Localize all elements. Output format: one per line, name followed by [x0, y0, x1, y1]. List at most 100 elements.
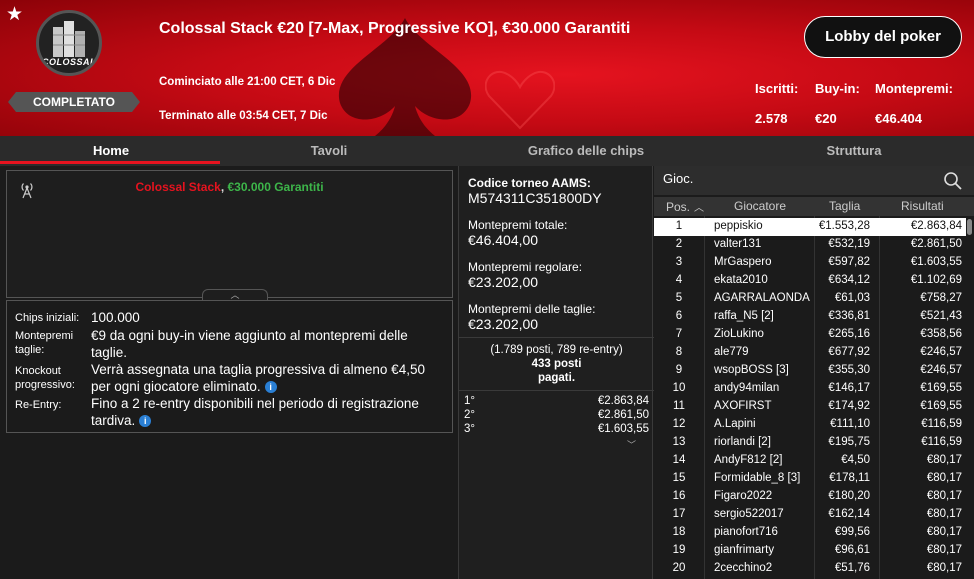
- table-row[interactable]: 15 Formidable_8 [3] €178,11 €80,17: [654, 470, 966, 488]
- table-row[interactable]: 4 ekata2010 €634,12 €1.102,69: [654, 272, 966, 290]
- table-row[interactable]: 2 valter131 €532,19 €2.861,50: [654, 236, 966, 254]
- player-name-cell: MrGaspero: [714, 256, 772, 268]
- table-row[interactable]: 8 ale779 €677,92 €246,57: [654, 344, 966, 362]
- player-name-cell: AndyF812 [2]: [714, 454, 783, 466]
- position-cell: 6: [675, 310, 683, 322]
- tab-struttura[interactable]: Struttura: [744, 136, 964, 166]
- table-row[interactable]: 5 AGARRALAONDA €61,03 €758,27: [654, 290, 966, 308]
- detail-value: 100.000: [91, 310, 140, 325]
- buyin-value: €20: [815, 111, 837, 126]
- result-cell: €1.102,69: [910, 274, 962, 286]
- regular-prize-value: €23.202,00: [468, 274, 539, 290]
- tab-tavoli[interactable]: Tavoli: [219, 136, 439, 166]
- result-cell: €80,17: [926, 526, 962, 538]
- logo-text: COLOSSAL: [41, 57, 96, 67]
- prize-amount: €2.861,50: [597, 409, 649, 421]
- col-player[interactable]: Giocatore: [734, 199, 786, 213]
- player-name-cell: A.Lapini: [714, 418, 756, 430]
- expand-chevron-icon[interactable]: ﹀: [627, 438, 636, 451]
- info-icon[interactable]: i: [264, 381, 277, 394]
- promo-name: Colossal Stack: [135, 180, 221, 194]
- end-time: Terminato alle 03:54 CET, 7 Dic: [159, 110, 328, 122]
- position-cell: 12: [672, 418, 686, 430]
- favorite-star-icon[interactable]: ★: [6, 5, 23, 24]
- promo-text: Colossal Stack, €30.000 Garantiti: [7, 180, 452, 194]
- result-cell: €116,59: [921, 418, 962, 430]
- table-row[interactable]: 10 andy94milan €146,17 €169,55: [654, 380, 966, 398]
- result-cell: €116,59: [921, 436, 962, 448]
- table-row[interactable]: 18 pianofort716 €99,56 €80,17: [654, 524, 966, 542]
- prize-place: 2°: [464, 409, 475, 421]
- detail-value: Verrà assegnata una taglia progressiva d…: [91, 361, 441, 395]
- player-search-bar[interactable]: Gioc.: [654, 166, 974, 195]
- table-row[interactable]: 12 A.Lapini €111,10 €116,59: [654, 416, 966, 434]
- position-cell: 18: [672, 526, 686, 538]
- detail-label: Re-Entry:: [15, 399, 62, 411]
- table-row[interactable]: 14 AndyF812 [2] €4,50 €80,17: [654, 452, 966, 470]
- player-name-cell: valter131: [714, 238, 762, 250]
- search-input[interactable]: Gioc.: [663, 171, 693, 186]
- position-cell: 11: [673, 400, 685, 412]
- player-name-cell: AXOFIRST: [714, 400, 772, 412]
- col-result[interactable]: Risultati: [901, 199, 944, 213]
- lobby-button[interactable]: Lobby del poker: [804, 16, 962, 58]
- bounty-cell: €61,03: [834, 292, 870, 304]
- result-cell: €80,17: [926, 544, 962, 556]
- tournament-title: Colossal Stack €20 [7-Max, Progressive K…: [159, 20, 631, 37]
- result-cell: €2.861,50: [910, 238, 962, 250]
- table-row[interactable]: 11 AXOFIRST €174,92 €169,55: [654, 398, 966, 416]
- table-row[interactable]: 17 sergio522017 €162,14 €80,17: [654, 506, 966, 524]
- detail-value: €9 da ogni buy-in viene aggiunto al mont…: [91, 328, 408, 360]
- position-cell: 9: [675, 364, 683, 376]
- bounty-cell: €677,92: [828, 346, 870, 358]
- player-name-cell: pianofort716: [714, 526, 778, 538]
- bounty-cell: €265,16: [828, 328, 870, 340]
- table-row[interactable]: 13 riorlandi [2] €195,75 €116,59: [654, 434, 966, 452]
- result-cell: €521,43: [920, 310, 962, 322]
- position-cell: 16: [672, 490, 686, 502]
- bounty-cell: €597,82: [828, 256, 870, 268]
- player-name-cell: 2cecchino2: [714, 562, 773, 574]
- bounty-cell: €180,20: [828, 490, 870, 502]
- scrollbar[interactable]: [967, 219, 972, 235]
- divider: [459, 390, 654, 391]
- prize-place: 1°: [464, 395, 475, 407]
- result-cell: €169,55: [920, 400, 962, 412]
- result-cell: €758,27: [920, 292, 962, 304]
- aams-code: M574311C351800DY: [468, 190, 602, 206]
- player-name-cell: sergio522017: [714, 508, 784, 520]
- table-row[interactable]: 16 Figaro2022 €180,20 €80,17: [654, 488, 966, 506]
- buyin-label: Buy-in:: [815, 81, 860, 96]
- table-header: Pos. ︿ Giocatore Taglia Risultati: [654, 197, 974, 216]
- table-row[interactable]: 6 raffa_N5 [2] €336,81 €521,43: [654, 308, 966, 326]
- bounty-cell: €336,81: [828, 310, 870, 322]
- result-cell: €80,17: [926, 508, 962, 520]
- result-cell: €80,17: [926, 454, 962, 466]
- bounty-cell: €355,30: [828, 364, 870, 376]
- table-row[interactable]: 19 gianfrimarty €96,61 €80,17: [654, 542, 966, 560]
- tab-grafico[interactable]: Grafico delle chips: [476, 136, 696, 166]
- prizepool-label: Montepremi:: [875, 81, 953, 96]
- table-row[interactable]: 20 2cecchino2 €51,76 €80,17: [654, 560, 966, 578]
- bounty-cell: €195,75: [828, 436, 870, 448]
- player-name-cell: riorlandi [2]: [714, 436, 771, 448]
- detail-label: Montepremi taglie:: [15, 330, 74, 356]
- result-cell: €2.863,84: [910, 220, 962, 232]
- col-pos[interactable]: Pos. ︿: [666, 199, 704, 214]
- position-cell: 19: [672, 544, 686, 556]
- table-row[interactable]: 7 ZioLukino €265,16 €358,56: [654, 326, 966, 344]
- aams-label: Codice torneo AAMS:: [468, 176, 591, 190]
- col-bounty[interactable]: Taglia: [829, 199, 860, 213]
- promo-panel: Colossal Stack, €30.000 Garantiti ︿: [6, 170, 453, 301]
- table-row[interactable]: 1 peppiskio €1.553,28 €2.863,84: [654, 218, 966, 236]
- bounty-prize-label: Montepremi delle taglie:: [468, 302, 596, 316]
- player-name-cell: wsopBOSS [3]: [714, 364, 789, 376]
- table-row[interactable]: 3 MrGaspero €597,82 €1.603,55: [654, 254, 966, 272]
- position-cell: 8: [675, 346, 683, 358]
- heart-decoration-icon: [485, 71, 555, 130]
- player-name-cell: raffa_N5 [2]: [714, 310, 774, 322]
- player-name-cell: gianfrimarty: [714, 544, 775, 556]
- search-icon[interactable]: [943, 171, 963, 191]
- info-icon[interactable]: i: [139, 415, 152, 428]
- table-row[interactable]: 9 wsopBOSS [3] €355,30 €246,57: [654, 362, 966, 380]
